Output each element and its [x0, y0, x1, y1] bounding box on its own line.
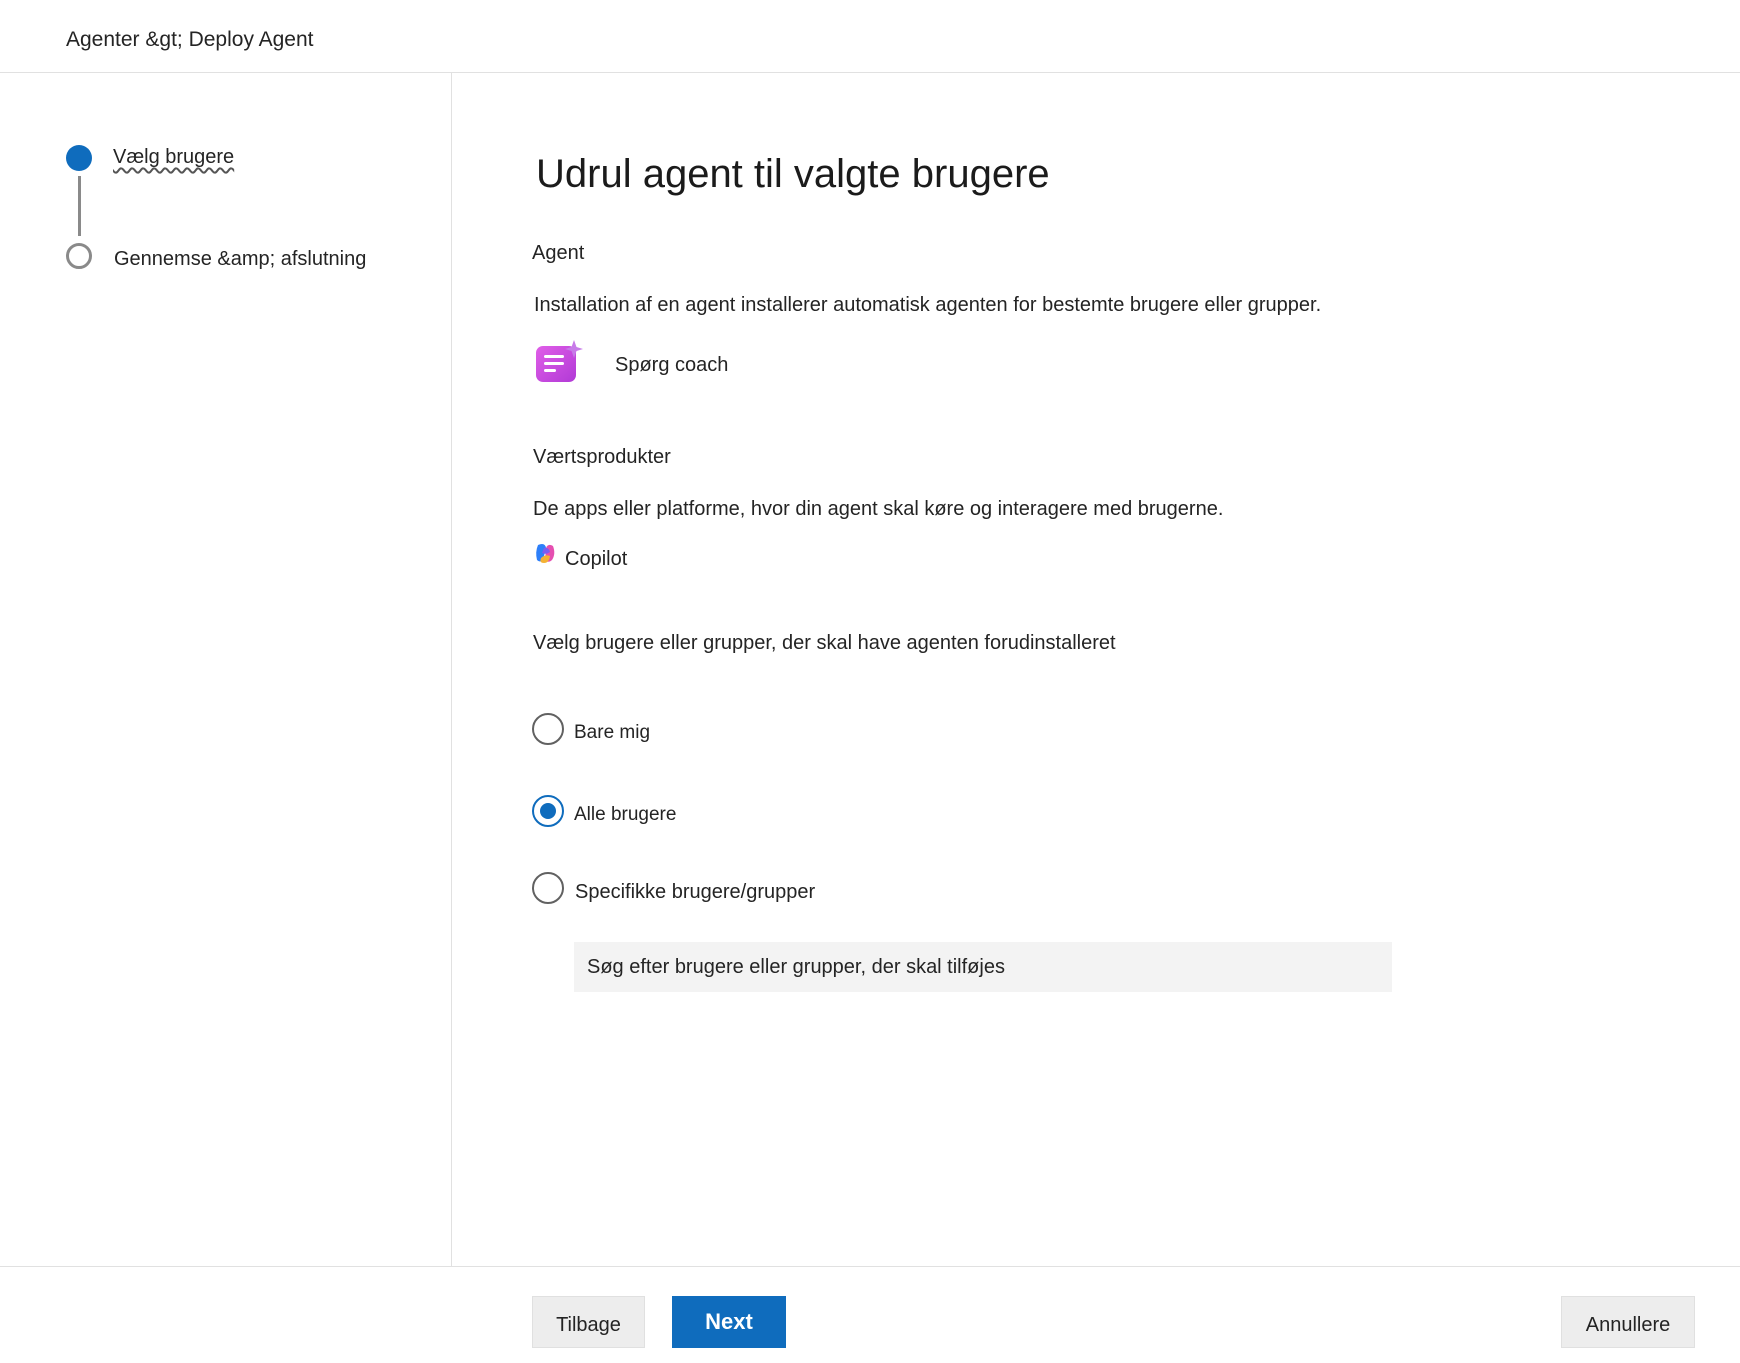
wizard-footer — [0, 1266, 1740, 1363]
step-connector — [78, 176, 81, 236]
radio-label-all-users[interactable]: Alle brugere — [574, 802, 676, 828]
agent-name: Spørg coach — [615, 354, 729, 376]
step-review-finish[interactable]: Gennemse &amp; afslutning — [114, 246, 366, 272]
cancel-button[interactable]: Annullere — [1561, 1296, 1695, 1348]
host-products-description: De apps eller platforme, hvor din agent … — [533, 498, 1224, 520]
agent-app-icon — [536, 340, 583, 382]
agent-description: Installation af en agent installerer aut… — [534, 294, 1322, 316]
radio-specific-users[interactable] — [532, 872, 564, 904]
host-products-label: Værtsprodukter — [533, 446, 671, 468]
breadcrumb[interactable]: Agenter &gt; Deploy Agent — [66, 27, 314, 53]
radio-label-specific-users[interactable]: Specifikke brugere/grupper — [575, 879, 815, 905]
radio-label-only-me[interactable]: Bare mig — [574, 720, 650, 746]
page-title: Udrul agent til valgte brugere — [536, 152, 1050, 196]
step-indicator-inactive — [66, 243, 92, 269]
agent-section-label: Agent — [532, 242, 585, 264]
next-button[interactable]: Next — [672, 1296, 786, 1348]
user-search-input[interactable] — [574, 942, 1392, 992]
radio-only-me[interactable] — [532, 713, 564, 745]
host-product-name: Copilot — [565, 548, 628, 570]
back-button[interactable]: Tilbage — [532, 1296, 645, 1348]
copilot-icon — [536, 544, 555, 563]
users-section-label: Vælg brugere eller grupper, der skal hav… — [533, 632, 1116, 654]
step-select-users[interactable]: Vælg brugere — [113, 144, 234, 170]
step-indicator-active — [66, 145, 92, 171]
page-header: Agenter &gt; Deploy Agent — [0, 0, 1740, 73]
radio-all-users[interactable] — [532, 795, 564, 827]
